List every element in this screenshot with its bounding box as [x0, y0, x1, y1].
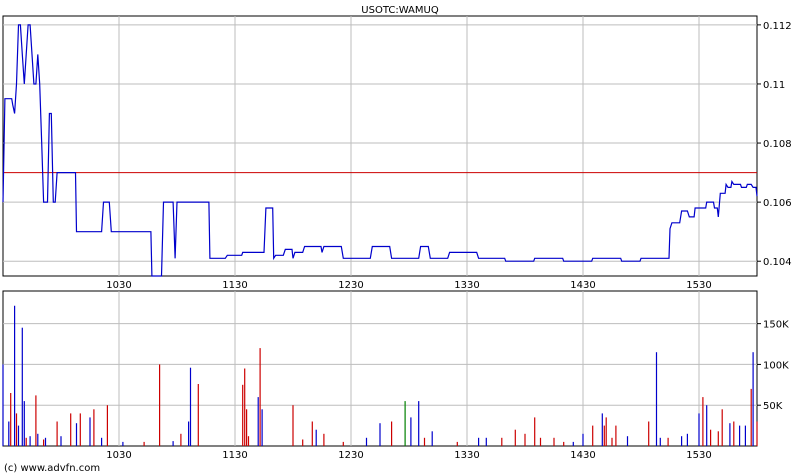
price-x-tick-label: 1130	[222, 280, 247, 291]
price-y-tick-label: 0.106	[763, 198, 792, 209]
price-y-tick-label: 0.11	[763, 80, 785, 91]
price-x-tick-labels: 1030 1130 1230 1330 1430 1530	[106, 280, 711, 291]
price-y-tick-labels: 0.112 0.11 0.108 0.106 0.104	[763, 21, 792, 268]
volume-y-tick-label: 100K	[763, 360, 789, 371]
volume-grid	[2, 290, 761, 447]
price-grid	[2, 15, 761, 277]
volume-x-tick-label: 1330	[454, 450, 479, 461]
chart-canvas: 0.112 0.11 0.108 0.106 0.104 1030 1130 1230 133…	[2, 5, 792, 474]
volume-plot-frame	[2, 290, 758, 447]
chart-stage: 0.112 0.11 0.108 0.106 0.104 1030 1130 1230 133…	[0, 0, 800, 475]
price-x-tick-label: 1430	[570, 280, 595, 291]
volume-x-tick-label: 1030	[106, 450, 131, 461]
price-y-tick-label: 0.108	[763, 139, 792, 150]
price-x-tick-label: 1030	[106, 280, 131, 291]
volume-x-tick-label: 1530	[686, 450, 711, 461]
price-y-tick-label: 0.104	[763, 257, 792, 268]
volume-y-tick-label: 150K	[763, 320, 789, 331]
price-x-tick-label: 1530	[686, 280, 711, 291]
price-y-tick-label: 0.112	[763, 21, 792, 32]
chart-title: USOTC:WAMUQ	[361, 5, 439, 16]
price-x-tick-label: 1330	[454, 280, 479, 291]
volume-y-tick-labels: 150K 100K 50K	[763, 320, 789, 413]
price-x-tick-label: 1230	[338, 280, 363, 291]
volume-y-tick-label: 50K	[763, 401, 783, 412]
volume-x-tick-label: 1130	[222, 450, 247, 461]
volume-x-tick-labels: 1030 1130 1230 1330 1430 1530	[106, 450, 711, 461]
price-plot-frame	[2, 15, 758, 277]
footer-credit: (c) www.advfn.com	[4, 463, 100, 474]
volume-x-tick-label: 1430	[570, 450, 595, 461]
volume-x-tick-label: 1230	[338, 450, 363, 461]
